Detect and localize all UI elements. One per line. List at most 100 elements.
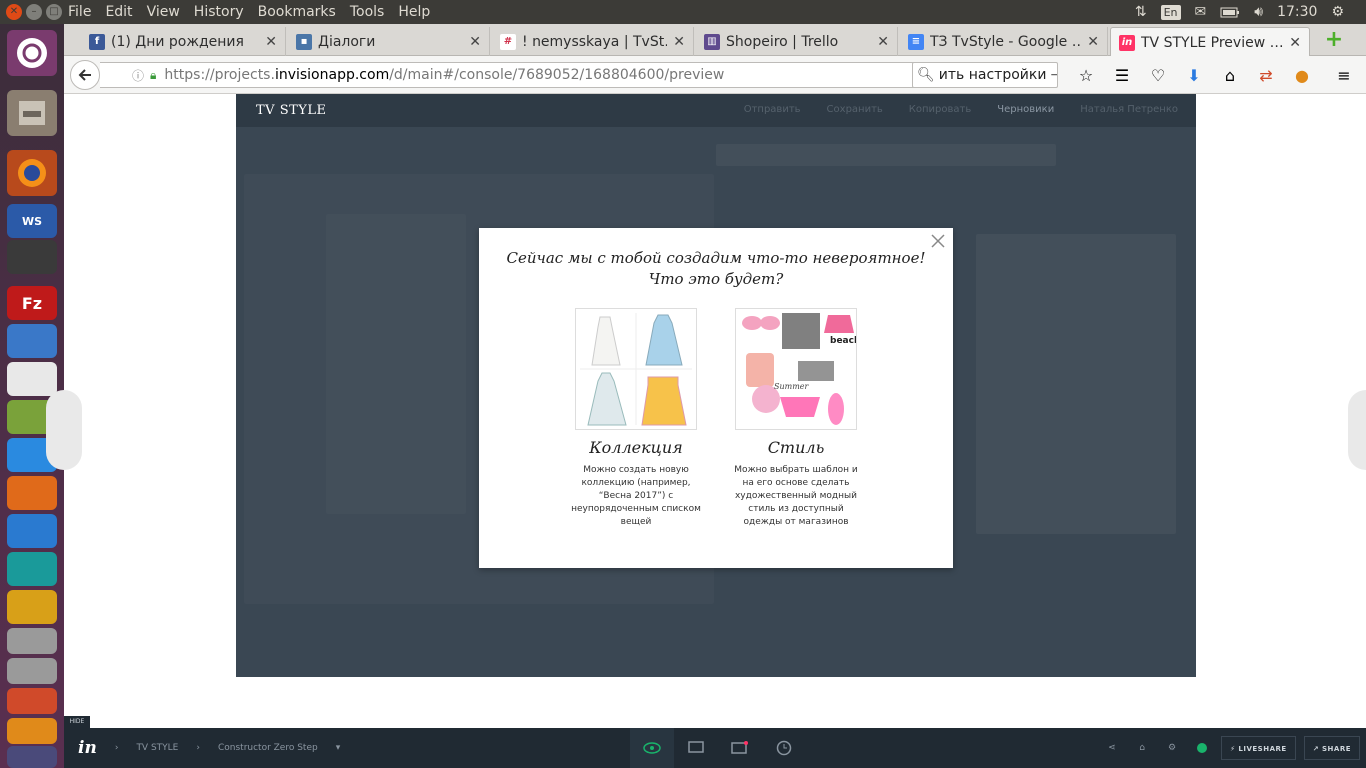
collage-beach-text: beach — [830, 336, 856, 346]
hide-bar-button[interactable]: HIDE — [64, 716, 90, 728]
menu-bookmarks[interactable]: Bookmarks — [251, 4, 343, 20]
tab-birthdays[interactable]: f (1) Дни рождения ✕ — [81, 27, 286, 56]
app-icon-gray-2[interactable] — [7, 658, 57, 684]
share-link-icon[interactable]: ⋖ — [1101, 743, 1123, 753]
ubuntu-dash-icon[interactable] — [7, 30, 57, 76]
url-bar[interactable]: ⓘ 🔒︎ https://projects. invisionapp.com/d/… — [100, 62, 935, 88]
volume-icon[interactable]: 🔊︎ — [1254, 4, 1263, 20]
mode-switcher — [630, 728, 806, 768]
breadcrumb-project[interactable]: TV STYLE — [136, 743, 178, 753]
style-card[interactable]: beach Summer Стиль Можно выбрать шаблон … — [734, 308, 858, 529]
screen-dropdown-icon[interactable]: ▾ — [336, 743, 341, 753]
home-icon[interactable]: ⌂ — [1212, 66, 1248, 85]
window-close-icon[interactable]: ✕ — [6, 4, 22, 20]
clock[interactable]: 17:30 — [1277, 4, 1317, 20]
ghost-grid-left — [326, 214, 466, 514]
app-icon-orange[interactable] — [7, 476, 57, 510]
pocket-icon[interactable]: ♡ — [1140, 66, 1176, 85]
settings-gear-icon[interactable]: ⚙ — [1161, 743, 1183, 753]
close-icon[interactable]: ✕ — [1289, 35, 1301, 51]
bookmark-star-icon[interactable]: ☆ — [1068, 66, 1104, 85]
share-button[interactable]: ↗ SHARE — [1303, 736, 1360, 760]
close-icon[interactable]: ✕ — [1087, 34, 1099, 50]
close-icon[interactable]: ✕ — [877, 34, 889, 50]
next-screen-arrow[interactable] — [1348, 390, 1366, 470]
proto-nav-copy[interactable]: Копировать — [909, 104, 971, 115]
collage-summer-text: Summer — [774, 382, 810, 391]
network-icon[interactable]: ⇅ — [1135, 4, 1147, 20]
app-icon-gray-1[interactable] — [7, 628, 57, 654]
reading-list-icon[interactable]: ☰ — [1104, 66, 1140, 85]
battery-icon[interactable] — [1220, 6, 1240, 18]
filezilla-icon[interactable]: Fz — [7, 286, 57, 320]
vk-icon: ▪ — [296, 33, 312, 50]
tab-label: ТЗ TvStyle - Google … — [930, 33, 1082, 50]
collection-title: Коллекция — [589, 438, 683, 457]
invision-icon: in — [1119, 34, 1135, 51]
tab-tvstyle-preview[interactable]: in TV STYLE Preview … ✕ — [1110, 27, 1310, 57]
window-maximize-icon[interactable]: □ — [46, 4, 62, 20]
app-icon-yellow[interactable] — [7, 590, 57, 624]
keyboard-layout-indicator[interactable]: En — [1160, 4, 1181, 20]
menu-edit[interactable]: Edit — [98, 4, 139, 20]
lock-icon: 🔒︎ — [150, 67, 157, 82]
settings-gear-icon[interactable]: ⚙ — [1331, 4, 1344, 20]
browser-navbar: ⓘ 🔒︎ https://projects. invisionapp.com/d/… — [64, 56, 1366, 94]
website-copier-icon[interactable] — [7, 746, 57, 768]
download-icon[interactable]: ⬇ — [1176, 66, 1212, 85]
menu-view[interactable]: View — [140, 4, 187, 20]
prev-screen-arrow[interactable] — [46, 390, 82, 470]
search-input[interactable]: 🔍︎ ить настройки → — [912, 62, 1058, 88]
color-picker-icon[interactable]: ● — [1284, 66, 1320, 85]
tab-google-docs[interactable]: ≡ ТЗ TvStyle - Google … ✕ — [900, 27, 1108, 56]
proto-nav-drafts[interactable]: Черновики — [997, 104, 1054, 115]
back-button[interactable] — [70, 60, 100, 90]
webstorm-icon[interactable]: WS — [7, 204, 57, 238]
firefox-icon[interactable] — [7, 150, 57, 196]
menu-tools[interactable]: Tools — [343, 4, 392, 20]
collection-dresses-image[interactable] — [575, 308, 697, 430]
hamburger-menu-icon[interactable]: ≡ — [1326, 66, 1362, 85]
menu-file[interactable]: File — [61, 4, 98, 20]
close-icon[interactable]: ✕ — [673, 34, 685, 50]
window-minimize-icon[interactable]: – — [26, 4, 42, 20]
history-mode-icon[interactable] — [762, 728, 806, 768]
tab-slack[interactable]: # ! nemysskaya | TvSt… ✕ — [492, 27, 694, 56]
info-icon[interactable]: ⓘ — [132, 67, 144, 84]
proto-nav-user[interactable]: Наталья Петренко — [1080, 104, 1178, 115]
proto-nav-send[interactable]: Отправить — [744, 104, 801, 115]
menu-history[interactable]: History — [187, 4, 251, 20]
mail-icon[interactable]: ✉ — [1195, 4, 1207, 20]
sync-arrows-icon[interactable]: ⇄ — [1248, 66, 1284, 85]
app-icon-teal[interactable] — [7, 552, 57, 586]
style-description: Можно выбрать шаблон и на его основе сде… — [734, 465, 858, 527]
preview-mode-eye-icon[interactable] — [630, 728, 674, 768]
terminal-icon[interactable] — [7, 240, 57, 274]
invision-breadcrumb: in › TV STYLE › Constructor Zero Step ▾ — [78, 728, 340, 768]
close-icon[interactable]: ✕ — [265, 34, 277, 50]
app-icon-vscode[interactable] — [7, 514, 57, 548]
search-icon: 🔍︎ — [917, 67, 935, 83]
app-icon-orange-2[interactable] — [7, 718, 57, 744]
prototype-logo: TV STYLE — [256, 103, 327, 118]
app-icon-red[interactable] — [7, 688, 57, 714]
build-mode-icon[interactable] — [674, 728, 718, 768]
files-icon[interactable] — [7, 90, 57, 136]
search-go-icon[interactable]: → — [1050, 67, 1057, 83]
create-dialog: Сейчас мы с тобой создадим что-то неверо… — [479, 228, 953, 568]
tab-trello[interactable]: ▥ Shopeiro | Trello ✕ — [696, 27, 898, 56]
collection-card[interactable]: Коллекция Можно создать новую коллекцию … — [571, 308, 701, 529]
proto-nav-save[interactable]: Сохранить — [827, 104, 883, 115]
style-collage-image[interactable]: beach Summer — [735, 308, 857, 430]
chrome-icon[interactable] — [7, 362, 57, 396]
liveshare-button[interactable]: ⚡ LIVESHARE — [1221, 736, 1296, 760]
menu-help[interactable]: Help — [391, 4, 437, 20]
tab-dialogs[interactable]: ▪ Діалоги ✕ — [288, 27, 490, 56]
comment-mode-icon[interactable] — [718, 728, 762, 768]
new-tab-plus-icon[interactable]: + — [1322, 28, 1346, 52]
close-icon[interactable]: ✕ — [469, 34, 481, 50]
invision-logo-icon[interactable]: in — [78, 738, 97, 758]
home-icon[interactable]: ⌂ — [1131, 743, 1153, 753]
app-icon-blue[interactable] — [7, 324, 57, 358]
breadcrumb-screen[interactable]: Constructor Zero Step — [218, 743, 318, 753]
